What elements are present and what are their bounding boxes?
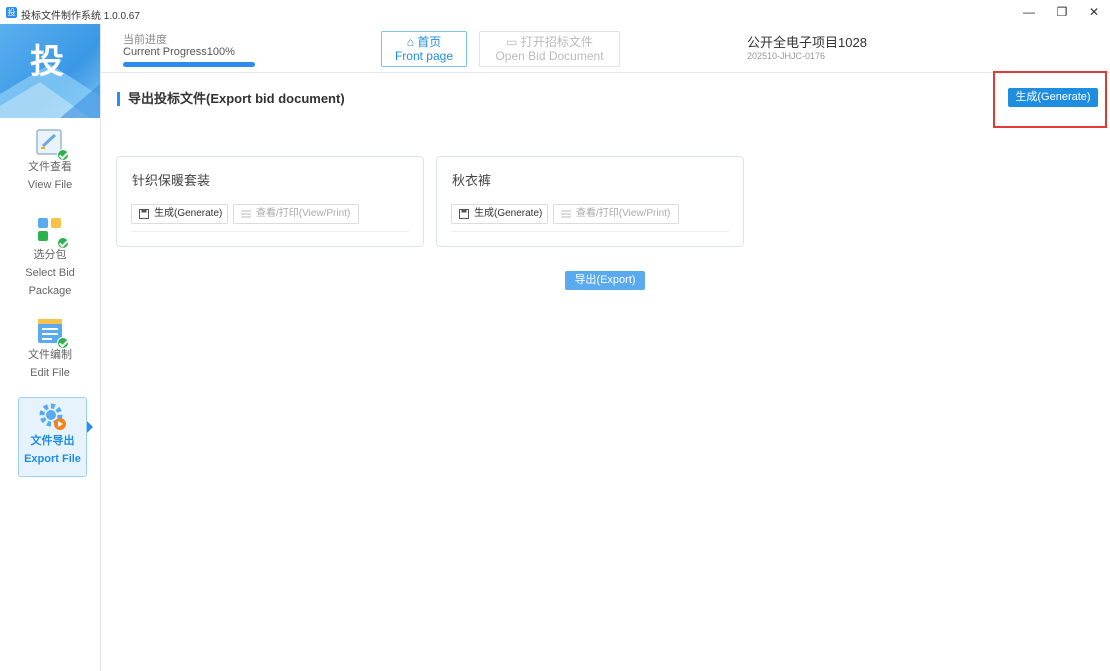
sidebar-item-label-en: Export File: [24, 453, 81, 465]
package-card: 秋衣裤 生成(Generate) 查看/打印(View/Print): [436, 156, 744, 247]
divider: [451, 231, 729, 232]
sidebar-item-label: 文件编制: [28, 349, 72, 361]
card-generate-button[interactable]: 生成(Generate): [451, 204, 548, 224]
sidebar-item-label-en: Edit File: [30, 367, 70, 379]
sidebar-item-select-bid-package[interactable]: 选分包 Select Bid Package: [0, 216, 100, 300]
project-code: 202510-JHJC-0176: [747, 51, 826, 61]
sidebar-item-label-en: Select Bid: [25, 267, 75, 279]
list-icon: [561, 210, 571, 218]
app-icon: 投: [6, 7, 17, 18]
folder-icon: ▭: [506, 35, 518, 49]
list-icon: [241, 210, 251, 218]
sidebar-item-label: 文件查看: [28, 161, 72, 173]
open-label-en: Open Bid Document: [495, 49, 604, 63]
divider: [131, 231, 409, 232]
minimize-button[interactable]: —: [1019, 4, 1039, 20]
home-icon: ⌂: [406, 35, 414, 49]
sidebar: 投 文件查看 View File 选分包 Select Bid Package: [0, 24, 101, 671]
document-edit-icon: [35, 128, 69, 161]
export-button[interactable]: 导出(Export): [565, 271, 645, 290]
open-label: 打开招标文件: [520, 35, 593, 49]
card-view-print-button[interactable]: 查看/打印(View/Print): [233, 204, 359, 224]
save-icon: [139, 209, 149, 219]
maximize-button[interactable]: ❐: [1052, 4, 1072, 20]
active-indicator-arrow: [87, 421, 93, 433]
check-icon: [57, 237, 69, 249]
card-generate-label: 生成(Generate): [154, 208, 223, 219]
package-card-title: 针织保暖套装: [132, 173, 211, 188]
progress-fill: [123, 62, 255, 67]
section-title: 导出投标文件(Export bid document): [117, 92, 345, 106]
project-name: 公开全电子项目1028: [747, 35, 867, 50]
progress-bar: [123, 62, 255, 67]
home-button[interactable]: ⌂ 首页 Front page: [381, 31, 467, 67]
sidebar-item-label-en: View File: [27, 179, 73, 191]
sidebar-item-label-en-2: Package: [28, 285, 72, 297]
notepad-icon: [35, 316, 69, 349]
check-icon: [57, 337, 69, 349]
sidebar-item-label: 选分包: [33, 249, 67, 261]
sidebar-item-export-file[interactable]: 文件导出 Export File: [18, 397, 87, 477]
logo-char: 投: [30, 42, 64, 82]
card-view-print-label: 查看/打印(View/Print): [256, 208, 351, 219]
progress-text: Current Progress100%: [123, 46, 235, 58]
grid-blocks-icon: [35, 216, 69, 249]
check-icon: [57, 149, 69, 161]
header: 当前进度 Current Progress100% ⌂ 首页 Front pag…: [101, 24, 1110, 73]
highlight-box: [993, 71, 1107, 128]
app-title: 投标文件制作系统 1.0.0.67: [21, 11, 140, 22]
package-card: 针织保暖套装 生成(Generate) 查看/打印(View/Print): [116, 156, 424, 247]
card-generate-button[interactable]: 生成(Generate): [131, 204, 228, 224]
package-card-title: 秋衣裤: [452, 173, 492, 188]
open-bid-document-button[interactable]: ▭ 打开招标文件 Open Bid Document: [479, 31, 620, 67]
card-view-print-button[interactable]: 查看/打印(View/Print): [553, 204, 679, 224]
app-logo: 投: [0, 24, 100, 118]
sidebar-item-edit-file[interactable]: 文件编制 Edit File: [0, 316, 100, 382]
save-icon: [459, 209, 469, 219]
home-label-en: Front page: [394, 49, 454, 63]
card-view-print-label: 查看/打印(View/Print): [576, 208, 671, 219]
card-generate-label: 生成(Generate): [474, 208, 543, 219]
title-bar: 投 投标文件制作系统 1.0.0.67 — ❐ ✕: [0, 0, 1110, 24]
close-button[interactable]: ✕: [1084, 4, 1104, 20]
sidebar-item-view-file[interactable]: 文件查看 View File: [0, 128, 100, 194]
home-label: 首页: [417, 35, 442, 49]
progress-label: 当前进度: [123, 34, 167, 46]
gear-export-icon: [38, 402, 68, 432]
sidebar-item-label: 文件导出: [30, 435, 75, 447]
